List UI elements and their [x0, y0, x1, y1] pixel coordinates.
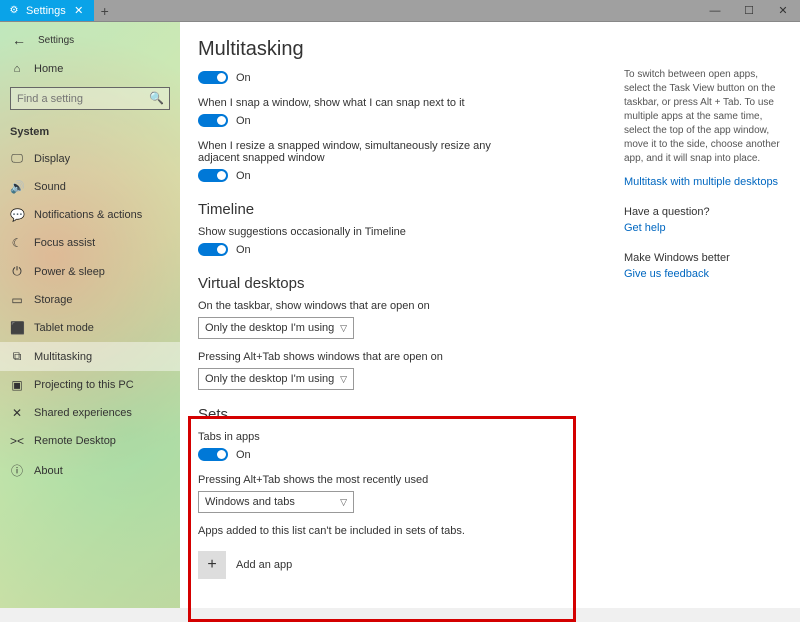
sets-alttab-desc: Pressing Alt+Tab shows the most recently…	[198, 474, 528, 486]
sidebar-item-notifications-actions[interactable]: 💬 Notifications & actions	[0, 201, 180, 229]
new-tab-button[interactable]: +	[94, 0, 116, 21]
vd-heading: Virtual desktops	[198, 275, 600, 292]
nav-icon: 🔊	[10, 180, 24, 194]
sets-tabs-desc: Tabs in apps	[198, 431, 528, 443]
sidebar-home[interactable]: ⌂ Home	[0, 57, 180, 81]
vd-taskbar-select[interactable]: Only the desktop I'm using ▽	[198, 317, 354, 339]
sidebar: ← Settings ⌂ Home 🔍 System 🖵Display🔊Soun…	[0, 22, 180, 608]
nav-icon: ☾	[10, 236, 24, 250]
tab-label: Settings	[26, 5, 66, 17]
sidebar-section-title: System	[0, 120, 180, 144]
sets-alttab-select[interactable]: Windows and tabs ▽	[198, 491, 354, 513]
sets-heading: Sets	[198, 406, 600, 423]
aside-tip: To switch between open apps, select the …	[624, 68, 786, 166]
snap-next-desc: When I snap a window, show what I can sn…	[198, 97, 528, 109]
timeline-desc: Show suggestions occasionally in Timelin…	[198, 226, 528, 238]
chevron-down-icon: ▽	[340, 323, 347, 334]
sidebar-item-tablet-mode[interactable]: ⬛ Tablet mode	[0, 314, 180, 342]
add-app-label: Add an app	[236, 559, 292, 571]
sidebar-item-storage[interactable]: ▭ Storage	[0, 286, 180, 314]
nav-label: Multitasking	[34, 351, 92, 363]
window-controls: — ☐ ✕	[698, 0, 800, 21]
home-label: Home	[34, 63, 63, 75]
nav-icon: ▭	[10, 293, 24, 307]
search-input[interactable]	[10, 87, 170, 110]
better-head: Make Windows better	[624, 252, 786, 264]
vd-alttab-select[interactable]: Only the desktop I'm using ▽	[198, 368, 354, 390]
nav-icon: ⧉	[10, 349, 24, 364]
home-icon: ⌂	[10, 63, 24, 75]
nav-icon: ▣	[10, 378, 24, 392]
toggle-snap[interactable]: On	[198, 71, 251, 84]
maximize-button[interactable]: ☐	[732, 0, 766, 21]
titlebar: ⚙ Settings ✕ + — ☐ ✕	[0, 0, 800, 22]
sidebar-item-focus-assist[interactable]: ☾ Focus assist	[0, 229, 180, 257]
nav-icon: ><	[10, 434, 24, 448]
nav-label: Notifications & actions	[34, 209, 142, 221]
toggle-snap-resize[interactable]: On	[198, 169, 251, 182]
nav-label: Display	[34, 153, 70, 165]
chevron-down-icon: ▽	[340, 497, 347, 508]
feedback-link[interactable]: Give us feedback	[624, 268, 786, 280]
tab-close-icon[interactable]: ✕	[72, 4, 86, 17]
aside: To switch between open apps, select the …	[620, 22, 800, 608]
sidebar-item-remote-desktop[interactable]: >< Remote Desktop	[0, 427, 180, 455]
add-app-button[interactable]: + Add an app	[198, 551, 600, 579]
sidebar-item-multitasking[interactable]: ⧉ Multitasking	[0, 342, 180, 371]
nav-label: Power & sleep	[34, 266, 105, 278]
toggle-timeline[interactable]: On	[198, 243, 251, 256]
nav-label: About	[34, 465, 63, 477]
gear-icon: ⚙	[8, 5, 20, 17]
nav-icon: ⬛	[10, 321, 24, 335]
nav-icon: ✕	[10, 406, 24, 420]
nav-label: Sound	[34, 181, 66, 193]
back-button[interactable]: ←	[10, 31, 28, 49]
vd-taskbar-desc: On the taskbar, show windows that are op…	[198, 300, 528, 312]
main-content: Multitasking On When I snap a window, sh…	[180, 22, 620, 608]
minimize-button[interactable]: —	[698, 0, 732, 21]
nav-icon: 🖵	[10, 151, 24, 166]
vd-alttab-desc: Pressing Alt+Tab shows windows that are …	[198, 351, 528, 363]
sidebar-item-about[interactable]: ⓘ About	[0, 455, 180, 486]
get-help-link[interactable]: Get help	[624, 222, 786, 234]
sidebar-item-projecting-to-this-pc[interactable]: ▣ Projecting to this PC	[0, 371, 180, 399]
multitask-link[interactable]: Multitask with multiple desktops	[624, 176, 786, 188]
page-title: Multitasking	[198, 38, 600, 61]
sidebar-item-shared-experiences[interactable]: ✕ Shared experiences	[0, 399, 180, 427]
timeline-heading: Timeline	[198, 201, 600, 218]
toggle-sets-tabs[interactable]: On	[198, 448, 251, 461]
tab-settings[interactable]: ⚙ Settings ✕	[0, 0, 94, 21]
sidebar-title: Settings	[38, 35, 74, 46]
nav-icon: ⓘ	[10, 462, 24, 479]
nav-label: Shared experiences	[34, 407, 132, 419]
chevron-down-icon: ▽	[340, 374, 347, 385]
close-button[interactable]: ✕	[766, 0, 800, 21]
nav-label: Storage	[34, 294, 73, 306]
nav-label: Tablet mode	[34, 322, 94, 334]
sets-note: Apps added to this list can't be include…	[198, 525, 600, 537]
toggle-snap-next[interactable]: On	[198, 114, 251, 127]
sidebar-item-sound[interactable]: 🔊 Sound	[0, 173, 180, 201]
snap-resize-desc: When I resize a snapped window, simultan…	[198, 140, 528, 164]
sidebar-item-power-sleep[interactable]: ⏻ Power & sleep	[0, 257, 180, 286]
question-head: Have a question?	[624, 206, 786, 218]
nav-icon: ⏻	[10, 264, 24, 279]
nav-label: Focus assist	[34, 237, 95, 249]
sidebar-item-display[interactable]: 🖵 Display	[0, 144, 180, 173]
nav-icon: 💬	[10, 208, 24, 222]
nav-label: Remote Desktop	[34, 435, 116, 447]
nav-label: Projecting to this PC	[34, 379, 134, 391]
plus-icon: +	[198, 551, 226, 579]
